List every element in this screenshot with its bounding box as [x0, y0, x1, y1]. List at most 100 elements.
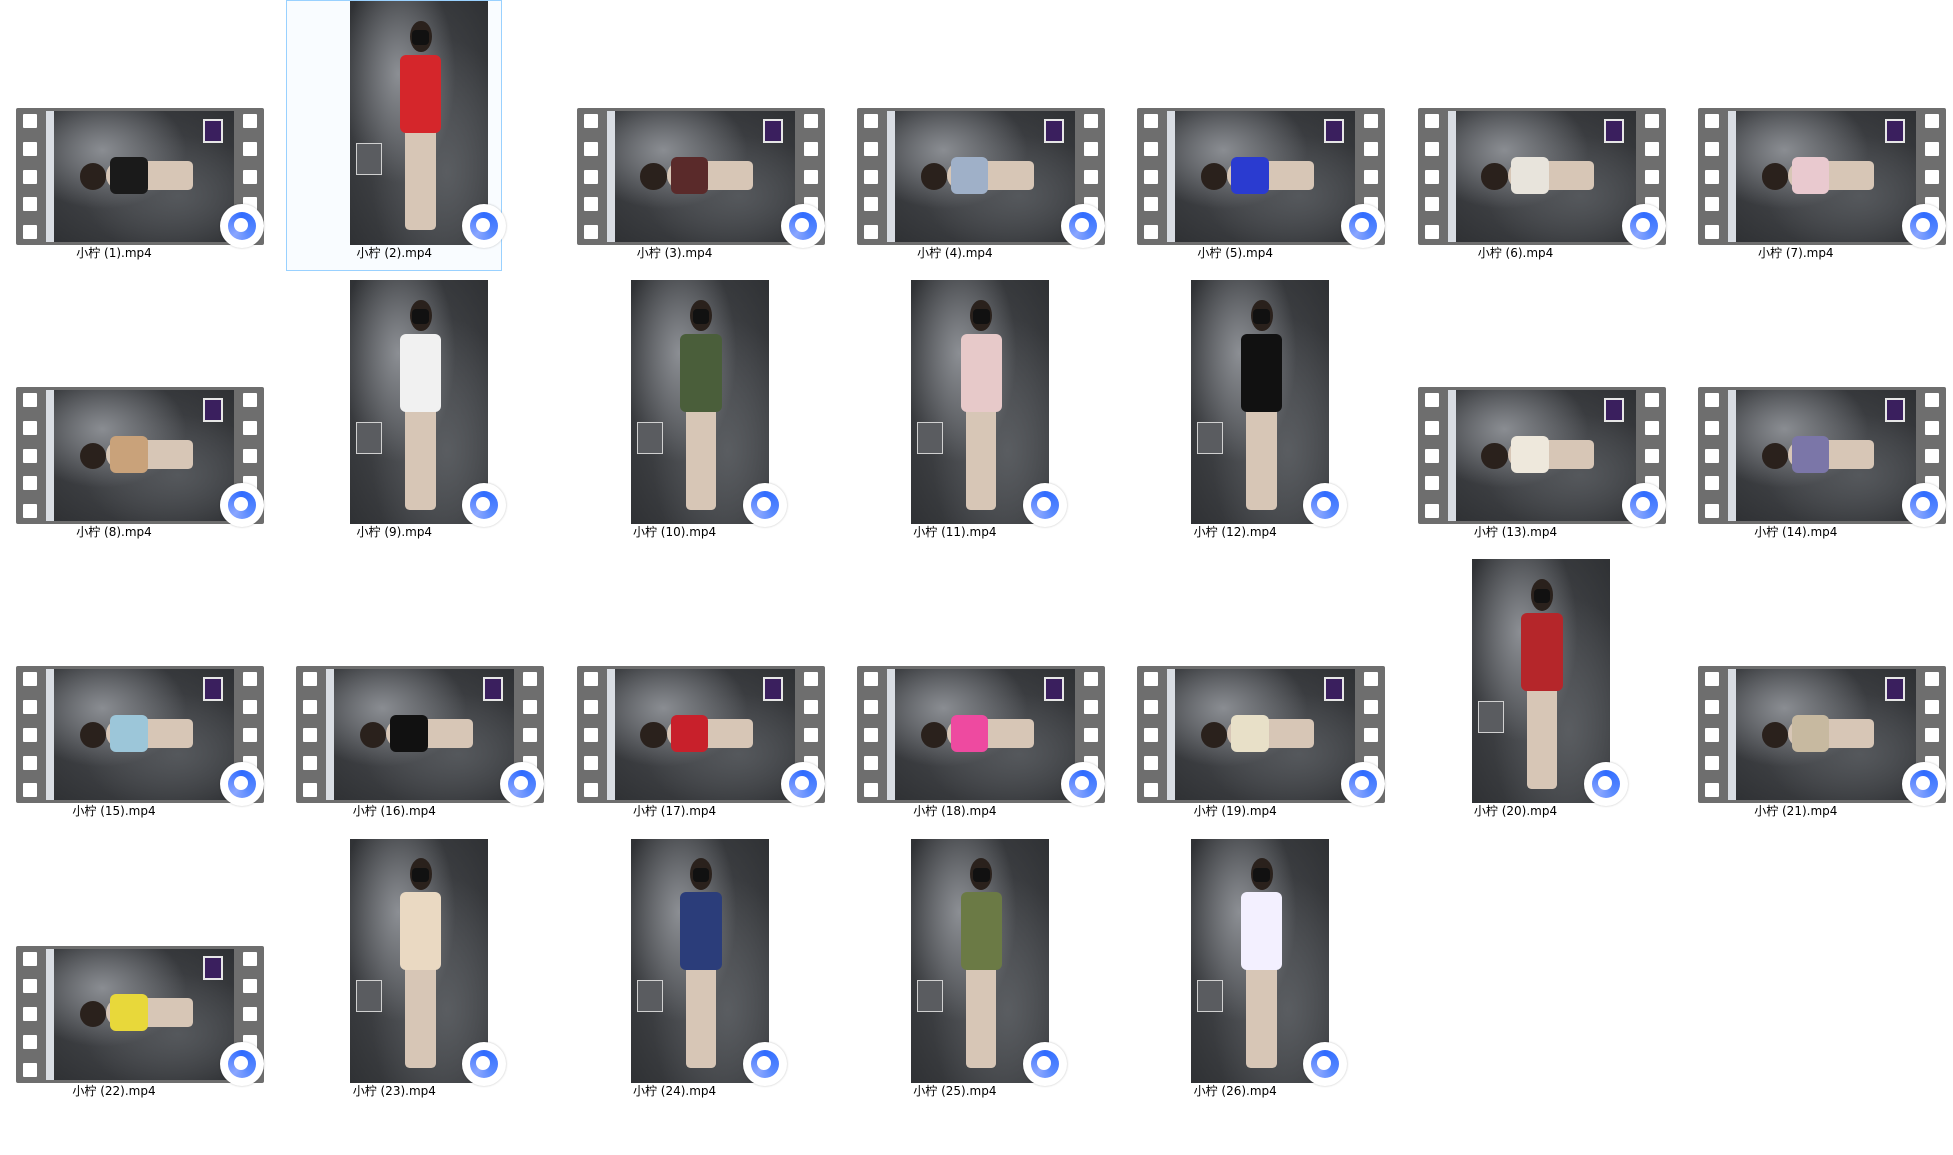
- player-app-icon: [462, 483, 507, 528]
- video-frame: [1167, 669, 1356, 801]
- film-strip-icon: [23, 672, 37, 798]
- file-grid: 小柠 (1).mp4 小柠 (2).mp4 小柠 (3).mp4 小柠 (4).mp4…: [0, 0, 1953, 1155]
- file-name: 小柠 (21).mp4: [1754, 804, 1838, 819]
- video-frame: [1727, 390, 1916, 522]
- file-item[interactable]: 小柠 (9).mp4: [286, 279, 507, 550]
- video-frame: [46, 390, 234, 522]
- video-thumbnail: [350, 280, 489, 525]
- player-app-icon: [220, 204, 264, 248]
- player-app-icon: [1901, 483, 1946, 528]
- file-item[interactable]: 小柠 (5).mp4: [1127, 0, 1386, 271]
- file-item[interactable]: 小柠 (20).mp4: [1408, 558, 1628, 829]
- video-thumbnail: [350, 1, 489, 245]
- file-name: 小柠 (10).mp4: [632, 525, 717, 540]
- player-app-icon: [220, 483, 264, 528]
- player-app-icon: [1583, 762, 1628, 807]
- file-item[interactable]: 小柠 (4).mp4: [847, 0, 1105, 271]
- file-name: 小柠 (5).mp4: [1197, 246, 1273, 260]
- file-item[interactable]: 小柠 (11).mp4: [847, 279, 1067, 550]
- file-item[interactable]: 小柠 (19).mp4: [1127, 558, 1386, 829]
- video-frame: [1167, 111, 1356, 242]
- player-app-icon: [1022, 483, 1067, 528]
- file-item[interactable]: 小柠 (26).mp4: [1127, 838, 1348, 1109]
- file-item[interactable]: 小柠 (7).mp4: [1688, 0, 1946, 271]
- video-frame: [886, 669, 1075, 801]
- video-frame: [1727, 669, 1916, 801]
- file-item[interactable]: 小柠 (3).mp4: [567, 0, 825, 271]
- file-name: 小柠 (1).mp4: [76, 246, 152, 260]
- video-frame: [46, 948, 234, 1080]
- file-name: 小柠 (25).mp4: [913, 1083, 997, 1098]
- video-frame: [326, 669, 515, 801]
- file-item[interactable]: 小柠 (1).mp4: [6, 0, 264, 271]
- file-name: 小柠 (12).mp4: [1193, 525, 1277, 540]
- file-name: 小柠 (6).mp4: [1477, 246, 1554, 260]
- file-name: 小柠 (11).mp4: [913, 525, 997, 540]
- player-app-icon: [1621, 483, 1666, 528]
- file-item[interactable]: 小柠 (8).mp4: [6, 279, 264, 550]
- file-item[interactable]: 小柠 (21).mp4: [1688, 558, 1946, 829]
- video-frame: [1447, 111, 1636, 242]
- file-item[interactable]: 小柠 (23).mp4: [286, 838, 507, 1109]
- file-name: 小柠 (17).mp4: [632, 804, 717, 819]
- film-strip-icon: [1704, 672, 1719, 798]
- file-item[interactable]: 小柠 (6).mp4: [1408, 0, 1666, 271]
- film-strip-icon: [1424, 393, 1439, 519]
- player-app-icon: [1901, 204, 1946, 248]
- file-item[interactable]: 小柠 (25).mp4: [847, 838, 1067, 1109]
- file-name: 小柠 (26).mp4: [1193, 1083, 1277, 1098]
- file-name: 小柠 (15).mp4: [72, 804, 156, 819]
- video-frame: [46, 111, 234, 242]
- film-strip-icon: [23, 393, 37, 519]
- file-item[interactable]: 小柠 (16).mp4: [286, 558, 545, 829]
- player-app-icon: [1341, 204, 1386, 248]
- file-name: 小柠 (14).mp4: [1754, 525, 1838, 540]
- player-app-icon: [1901, 762, 1946, 807]
- film-strip-icon: [23, 114, 37, 239]
- file-name: 小柠 (8).mp4: [76, 525, 152, 540]
- file-name: 小柠 (3).mp4: [636, 246, 713, 260]
- video-frame: [46, 669, 234, 801]
- film-strip-icon: [1144, 672, 1159, 798]
- file-item[interactable]: 小柠 (15).mp4: [6, 558, 264, 829]
- file-name: 小柠 (20).mp4: [1473, 804, 1558, 819]
- video-thumbnail: [1191, 280, 1330, 525]
- player-app-icon: [462, 1041, 507, 1086]
- file-item[interactable]: 小柠 (2).mp4: [286, 0, 507, 271]
- file-item[interactable]: 小柠 (24).mp4: [567, 838, 787, 1109]
- player-app-icon: [220, 1041, 264, 1086]
- file-item[interactable]: 小柠 (12).mp4: [1127, 279, 1348, 550]
- file-name: 小柠 (2).mp4: [356, 246, 433, 260]
- file-name: 小柠 (13).mp4: [1473, 525, 1558, 540]
- file-item[interactable]: 小柠 (10).mp4: [567, 279, 787, 550]
- file-name: 小柠 (4).mp4: [917, 246, 993, 260]
- film-strip-icon: [863, 114, 878, 239]
- file-name: 小柠 (19).mp4: [1193, 804, 1277, 819]
- film-strip-icon: [1424, 114, 1439, 239]
- video-thumbnail: [910, 280, 1049, 525]
- video-frame: [606, 111, 795, 242]
- file-item[interactable]: 小柠 (13).mp4: [1408, 279, 1666, 550]
- film-strip-icon: [1704, 393, 1719, 519]
- film-strip-icon: [1704, 114, 1719, 239]
- file-item[interactable]: 小柠 (22).mp4: [6, 838, 264, 1109]
- player-app-icon: [780, 204, 825, 248]
- file-item[interactable]: 小柠 (14).mp4: [1688, 279, 1946, 550]
- film-strip-icon: [863, 672, 878, 798]
- video-thumbnail: [630, 838, 769, 1083]
- player-app-icon: [1303, 1041, 1348, 1086]
- player-app-icon: [1303, 483, 1348, 528]
- player-app-icon: [780, 762, 825, 807]
- file-name: 小柠 (9).mp4: [356, 525, 433, 540]
- video-thumbnail: [630, 280, 769, 525]
- file-name: 小柠 (23).mp4: [352, 1083, 436, 1098]
- film-strip-icon: [583, 114, 598, 239]
- file-item[interactable]: 小柠 (18).mp4: [847, 558, 1105, 829]
- player-app-icon: [1060, 204, 1105, 248]
- film-strip-icon: [23, 951, 37, 1077]
- film-strip-icon: [303, 672, 318, 798]
- player-app-icon: [742, 483, 787, 528]
- file-item[interactable]: 小柠 (17).mp4: [567, 558, 825, 829]
- player-app-icon: [1621, 204, 1666, 248]
- video-thumbnail: [910, 838, 1049, 1083]
